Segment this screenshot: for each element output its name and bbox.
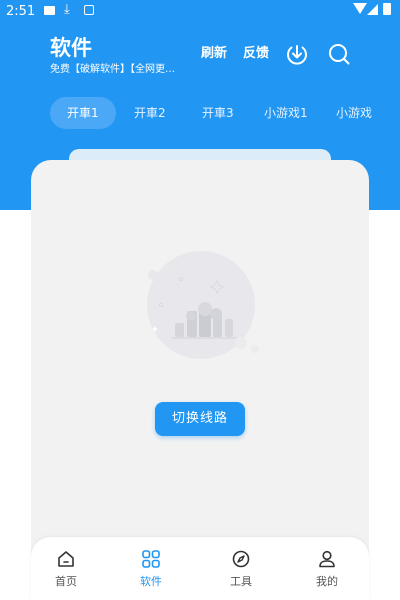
download-circle-icon xyxy=(287,45,307,65)
status-bar: 2:51 ⤓ xyxy=(0,0,400,24)
user-icon xyxy=(319,550,335,568)
search-icon xyxy=(329,44,350,65)
content-panel: 切换线路 xyxy=(31,160,369,600)
app-notification-icon xyxy=(84,5,94,15)
tab-kaiche-1[interactable]: 开車1 xyxy=(50,97,116,129)
nav-label-tools: 工具 xyxy=(230,575,252,588)
wifi-icon xyxy=(353,3,367,14)
compass-icon xyxy=(232,550,250,568)
page-subtitle: 免费【破解软件】【全网更… xyxy=(50,64,175,75)
feedback-button[interactable]: 反馈 xyxy=(243,46,269,62)
nav-label-home: 首页 xyxy=(55,575,77,588)
status-time: 2:51 xyxy=(6,4,36,19)
refresh-button[interactable]: 刷新 xyxy=(201,46,227,62)
gallery-notification-icon xyxy=(44,6,55,15)
cellular-signal-icon xyxy=(367,4,378,15)
tab-kaiche-3[interactable]: 开車3 xyxy=(202,97,234,129)
apps-icon xyxy=(142,550,160,568)
search-button[interactable] xyxy=(327,42,351,66)
switch-route-button[interactable]: 切换线路 xyxy=(155,402,245,436)
nav-item-mine[interactable]: 我的 xyxy=(297,537,357,600)
tab-kaiche-2[interactable]: 开車2 xyxy=(134,97,166,129)
nav-item-software[interactable]: 软件 xyxy=(121,537,181,600)
category-tabs: 开車1 开車2 开車3 小游戏1 小游戏 xyxy=(0,97,400,131)
nav-item-home[interactable]: 首页 xyxy=(36,537,96,600)
empty-state-illustration xyxy=(147,251,259,359)
battery-icon xyxy=(383,3,391,15)
home-icon xyxy=(58,551,74,567)
download-notification-icon: ⤓ xyxy=(64,2,70,17)
tab-mini-game-1[interactable]: 小游戏1 xyxy=(264,97,308,129)
nav-label-software: 软件 xyxy=(140,575,162,588)
nav-item-tools[interactable]: 工具 xyxy=(211,537,271,600)
tab-mini-game[interactable]: 小游戏 xyxy=(336,97,372,129)
page-title: 软件 xyxy=(50,36,92,60)
nav-label-mine: 我的 xyxy=(316,575,338,588)
download-button[interactable] xyxy=(285,42,309,66)
bottom-navigation: 首页 软件 工具 我的 xyxy=(31,537,369,600)
